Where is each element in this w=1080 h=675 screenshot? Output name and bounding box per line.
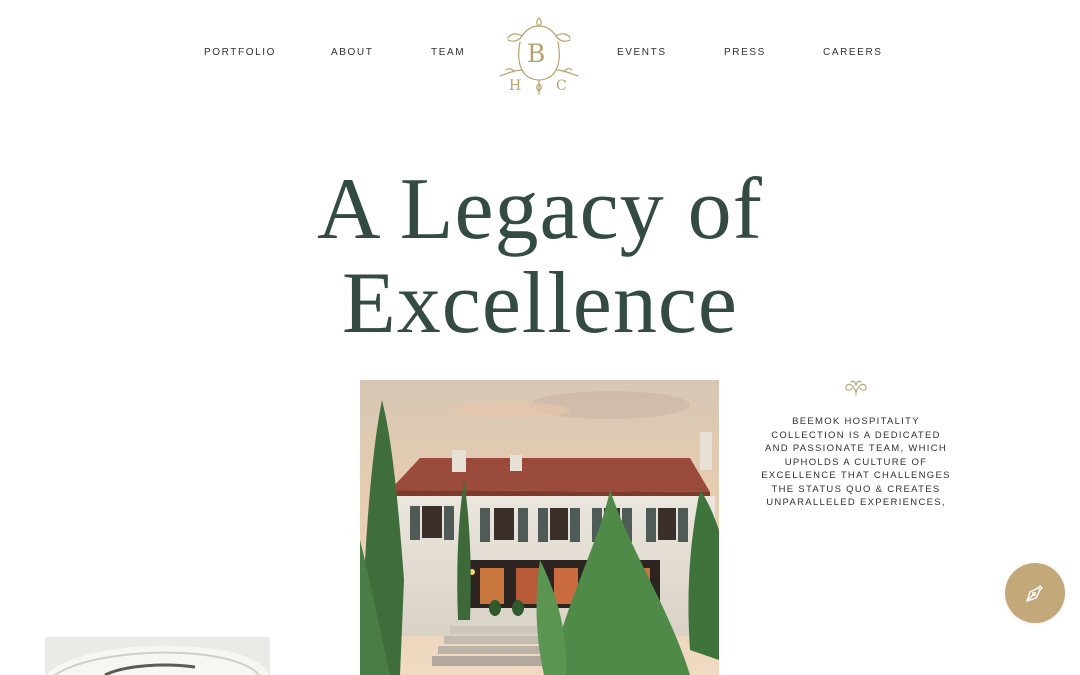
nav-team[interactable]: TEAM xyxy=(431,47,465,58)
main-nav: PORTFOLIO ABOUT TEAM B H C EVENTS PRESS … xyxy=(0,0,1080,110)
nav-press[interactable]: PRESS xyxy=(724,47,766,58)
monogram-logo[interactable]: B H C xyxy=(496,12,582,100)
nav-events[interactable]: EVENTS xyxy=(617,47,667,58)
flourish-ornament-icon xyxy=(843,378,869,396)
hero-title-line-2: Excellence xyxy=(342,255,738,352)
hero-title-line-1: A Legacy of xyxy=(317,161,763,258)
pen-nib-icon xyxy=(1026,585,1043,602)
estate-photo xyxy=(360,380,719,675)
logo-letter-b: B xyxy=(527,39,546,68)
logo-letter-h: H xyxy=(509,78,522,94)
nav-portfolio[interactable]: PORTFOLIO xyxy=(204,47,276,58)
plate-photo xyxy=(45,637,270,675)
nav-careers[interactable]: CAREERS xyxy=(823,47,883,58)
intro-text: BEEMOK HOSPITALITY COLLECTION IS A DEDIC… xyxy=(761,416,951,508)
contact-fab-button[interactable] xyxy=(1005,563,1065,623)
hero-title: A Legacy of Excellence xyxy=(0,163,1080,351)
logo-letter-c: C xyxy=(556,78,567,94)
nav-about[interactable]: ABOUT xyxy=(331,47,373,58)
